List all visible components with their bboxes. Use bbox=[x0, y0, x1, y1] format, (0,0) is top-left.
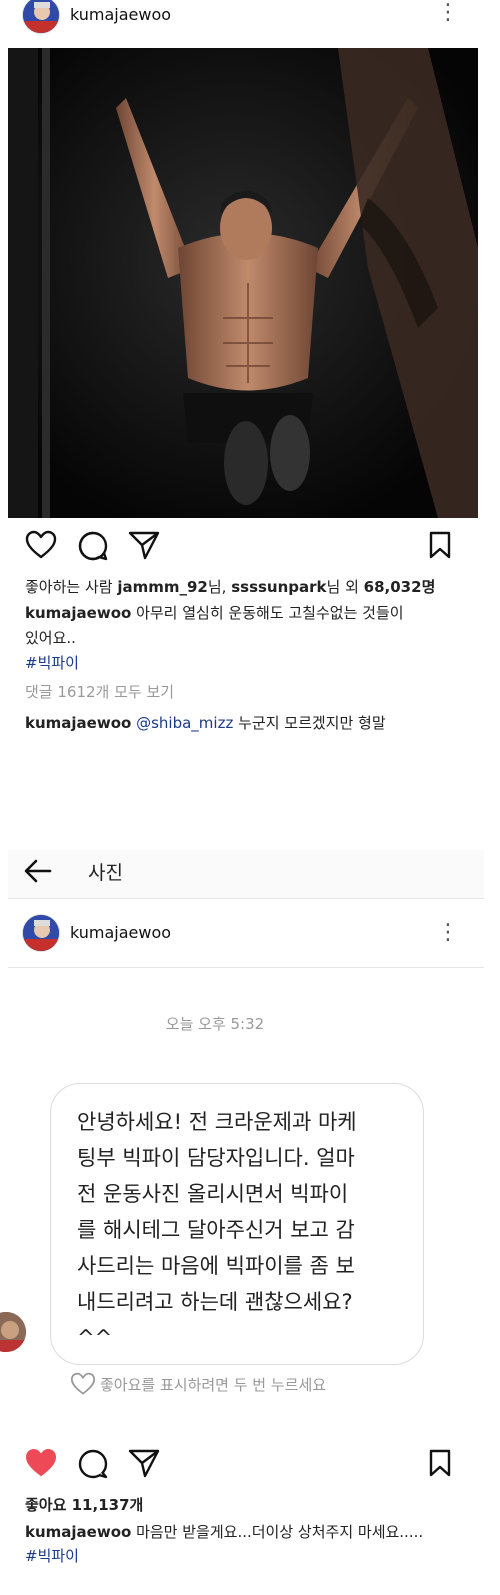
hashtag[interactable]: #빅파이 bbox=[25, 1545, 79, 1566]
divider bbox=[8, 967, 484, 968]
dm-username[interactable]: kumajaewoo bbox=[70, 923, 171, 942]
divider bbox=[8, 898, 484, 899]
dm-header-bar bbox=[8, 850, 484, 898]
avatar[interactable] bbox=[22, 914, 60, 952]
caption: kumajaewoo 아무리 열심히 운동해도 고칠수없는 것들이 bbox=[25, 602, 404, 623]
comment-text: 누군지 모르겠지만 형말 bbox=[233, 714, 386, 732]
comment-icon[interactable] bbox=[77, 530, 109, 562]
view-comments-link[interactable]: 댓글 1612개 모두 보기 bbox=[25, 681, 174, 702]
caption-line2: 있어요.. bbox=[25, 629, 76, 647]
share-icon[interactable] bbox=[128, 530, 160, 560]
like-hint: 좋아요를 표시하려면 두 번 누르세요 bbox=[100, 1376, 327, 1394]
bookmark-icon[interactable] bbox=[428, 530, 452, 560]
caption: kumajaewoo 마음만 받을게요...더이상 상처주지 마세요..... bbox=[25, 1521, 423, 1542]
comment-row: kumajaewoo @shiba_mizz 누군지 모르겠지만 형말 bbox=[25, 712, 386, 733]
message-timestamp: 오늘 오후 5:32 bbox=[165, 1015, 265, 1033]
post-photo[interactable] bbox=[8, 48, 478, 518]
likes-line: 좋아하는 사람 jammm_92님, ssssunpark님 외 68,032명 bbox=[25, 576, 435, 597]
caption-username[interactable]: kumajaewoo bbox=[25, 604, 131, 622]
sender-avatar[interactable] bbox=[0, 1312, 26, 1352]
heart-icon[interactable] bbox=[70, 1372, 96, 1396]
heart-icon[interactable] bbox=[25, 1448, 57, 1478]
liker-link[interactable]: jammm_92 bbox=[117, 578, 208, 596]
post-username[interactable]: kumajaewoo bbox=[70, 5, 171, 24]
liker-suffix: 님 외 bbox=[326, 578, 364, 596]
more-vert-icon[interactable]: ⋮ bbox=[437, 2, 459, 24]
more-vert-icon[interactable]: ⋮ bbox=[437, 922, 459, 944]
caption-username[interactable]: kumajaewoo bbox=[25, 1523, 131, 1541]
like-unit: 명 bbox=[421, 578, 436, 596]
heart-icon[interactable] bbox=[25, 530, 57, 560]
likes-prefix: 좋아하는 사람 bbox=[25, 578, 118, 596]
caption-text: 마음만 받을게요...더이상 상처주지 마세요..... bbox=[131, 1523, 424, 1541]
share-icon[interactable] bbox=[128, 1448, 160, 1478]
like-count[interactable]: 68,032 bbox=[364, 578, 422, 596]
bookmark-icon[interactable] bbox=[428, 1448, 452, 1478]
like-count[interactable]: 좋아요 11,137개 bbox=[25, 1494, 143, 1515]
liker-suffix: 님, bbox=[207, 578, 232, 596]
hashtag[interactable]: #빅파이 bbox=[25, 652, 79, 673]
liker-link[interactable]: ssssunpark bbox=[231, 578, 326, 596]
back-arrow-icon[interactable] bbox=[24, 858, 52, 884]
message-bubble[interactable]: 안녕하세요! 전 크라운제과 마케 팅부 빅파이 담당자입니다. 얼마 전 운동… bbox=[50, 1083, 424, 1365]
page-title: 사진 bbox=[88, 862, 123, 884]
caption-text: 아무리 열심히 운동해도 고칠수없는 것들이 bbox=[131, 604, 404, 622]
comment-mention[interactable]: @shiba_mizz bbox=[136, 714, 233, 732]
comment-icon[interactable] bbox=[77, 1448, 109, 1480]
comment-username[interactable]: kumajaewoo bbox=[25, 714, 131, 732]
avatar[interactable] bbox=[22, 0, 60, 34]
